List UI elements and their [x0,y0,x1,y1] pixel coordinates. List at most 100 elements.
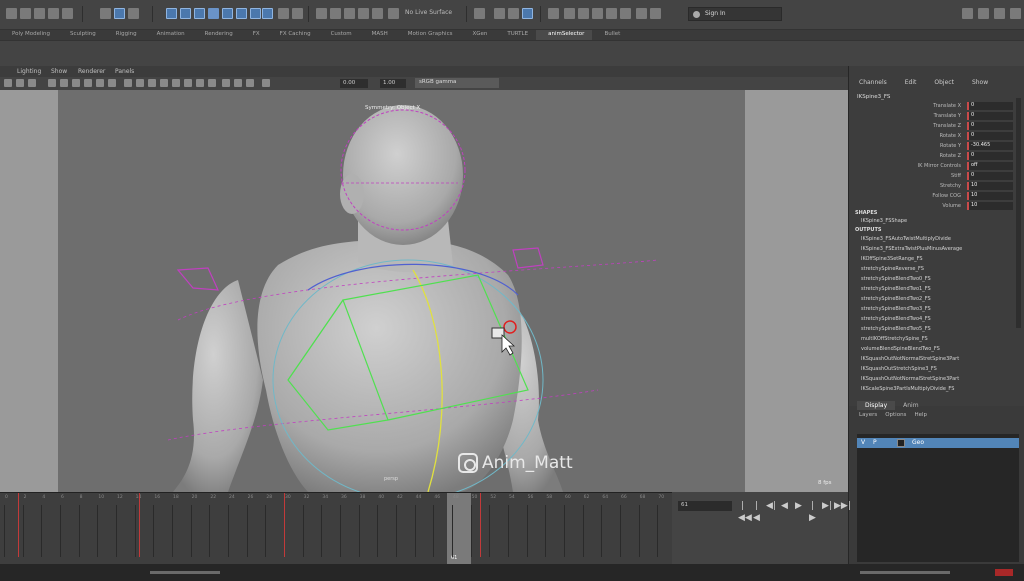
menu-channels[interactable]: Channels [849,79,895,89]
render-view-icon[interactable] [548,8,559,19]
attr-value[interactable]: 0 [967,172,1013,180]
pause-viewport-icon[interactable] [650,8,661,19]
shelf-tab[interactable]: Sculpting [58,30,104,40]
shelf-tab[interactable]: MASH [360,30,396,40]
auto-key-icon[interactable] [995,569,1013,576]
snap-point-icon[interactable] [344,8,355,19]
shelf-tab[interactable]: FX Caching [268,30,319,40]
resolution-gate-icon[interactable] [72,79,80,87]
attr-row[interactable]: IK Mirror Controls off [849,162,1024,171]
attr-value[interactable]: 10 [967,192,1013,200]
menu-show[interactable]: Show [51,68,67,75]
channel-box-icon[interactable] [1010,8,1021,19]
keyframe-marker[interactable] [480,493,481,557]
tab-anim[interactable]: Anim [895,401,926,410]
range-handle[interactable] [860,571,950,574]
menu-layers[interactable]: Layers [859,412,885,418]
go-to-end-button[interactable]: ▶▶| [834,500,851,512]
redo-icon[interactable] [62,8,73,19]
menu-object[interactable]: Object [924,79,962,89]
attr-value[interactable]: off [967,162,1013,170]
shelf-tab-active[interactable]: animSelector [536,30,593,40]
output-node[interactable]: IKOffSpine3SetRange_FS [861,256,923,262]
tab-display[interactable]: Display [857,401,896,410]
mask-deformers-icon[interactable] [180,8,191,19]
mask-curves-icon[interactable] [166,8,177,19]
attr-row[interactable]: Rotate X0 [849,132,1024,141]
shelf-tab[interactable]: Rigging [104,30,145,40]
shelf-tab[interactable]: Bullet [592,30,628,40]
mask-joints-icon[interactable] [194,8,205,19]
output-node[interactable]: stretchySpineBlendTwo3_FS [861,306,931,312]
film-gate-icon[interactable] [60,79,68,87]
shadows-icon[interactable] [184,79,192,87]
color-space-dropdown[interactable]: sRGB gamma [415,78,499,88]
menu-lighting[interactable]: Lighting [17,68,41,75]
make-live-icon[interactable] [388,8,399,19]
isolate-select-icon[interactable] [246,79,254,87]
viewport-3d[interactable]: Symmetry: Object X persp 8 fps Anim_Matt [0,90,848,492]
attr-row[interactable]: Rotate Z0 [849,152,1024,161]
shape-node[interactable]: IKSpine3_FSShape [861,218,907,224]
output-node[interactable]: stretchySpineBlendTwo5_FS [861,326,931,332]
attr-value[interactable]: 0 [967,152,1013,160]
current-time-indicator[interactable] [447,493,471,564]
open-scene-icon[interactable] [20,8,31,19]
layer-name[interactable]: Geo [912,439,924,446]
menu-panels[interactable]: Panels [115,68,134,75]
exposure-field[interactable]: 0.00 [340,79,368,88]
mask-surfaces-icon[interactable] [222,8,233,19]
output-node[interactable]: IKSpine3_FSAutoTwistMultiplyDivide [861,236,951,242]
lock-icon[interactable] [278,8,289,19]
select-hierarchy-icon[interactable] [100,8,111,19]
snap-grid-icon[interactable] [316,8,327,19]
output-node[interactable]: IKSpine3_FSExtraTwistPlusMinusAverage [861,246,962,252]
attr-row[interactable]: Rotate Y -30.465 [849,142,1024,151]
step-forward-key-button[interactable]: ▶| [822,500,832,512]
gate-mask-icon[interactable] [84,79,92,87]
attr-row[interactable]: Translate Z0 [849,122,1024,131]
attr-value[interactable]: 0 [967,132,1013,140]
render-setup-icon[interactable] [620,8,631,19]
attr-value[interactable]: 0 [967,112,1013,120]
scene-view[interactable] [58,90,745,492]
output-ops-icon[interactable] [508,8,519,19]
camera-attributes-icon[interactable] [4,79,12,87]
output-node[interactable]: multIKOffStretchySpine_FS [861,336,928,342]
snap-curve-icon[interactable] [330,8,341,19]
wireframe-icon[interactable] [124,79,132,87]
menu-options[interactable]: Options [885,412,914,418]
xray-joints-icon[interactable] [234,79,242,87]
shelf-tab[interactable]: Poly Modeling [0,30,58,40]
exposure-icon[interactable] [262,79,270,87]
image-plane-icon[interactable] [28,79,36,87]
construction-history-icon[interactable] [522,8,533,19]
safe-action-icon[interactable] [108,79,116,87]
layer-row[interactable]: V P Geo [857,438,1019,448]
input-ops-icon[interactable] [494,8,505,19]
gear-icon[interactable] [978,8,989,19]
shelf-tab[interactable]: XGen [460,30,495,40]
workspace-icon[interactable] [962,8,973,19]
anti-aliasing-icon[interactable] [208,79,216,87]
shelf-tab[interactable]: Animation [145,30,193,40]
gamma-field[interactable]: 1.00 [380,79,406,88]
textured-icon[interactable] [160,79,168,87]
output-node[interactable]: IKSquashOutNotNormalStretSpine3Part [861,356,959,362]
attr-row[interactable]: Stiff 0 [849,172,1024,181]
select-object-icon[interactable] [114,8,125,19]
shelf-tab[interactable]: TURTLE [495,30,536,40]
plus-icon[interactable] [208,8,219,19]
attr-row[interactable]: Follow COG 10 [849,192,1024,201]
output-node[interactable]: IKSquashOutStretchSpine3_FS [861,366,937,372]
time-slider[interactable]: 61 0246810121416182022242628303234363840… [0,492,672,564]
mask-cameras-icon[interactable] [250,8,261,19]
layer-playback-toggle[interactable]: P [873,439,877,446]
keyframe-marker[interactable] [139,493,141,557]
menu-show[interactable]: Show [962,79,996,89]
current-frame-field[interactable]: 61 [678,501,732,511]
keyframe-marker[interactable] [284,493,285,557]
xray-icon[interactable] [222,79,230,87]
step-back-frame-button[interactable]: ◀| [766,500,776,512]
shelf-tab[interactable]: Rendering [193,30,241,40]
